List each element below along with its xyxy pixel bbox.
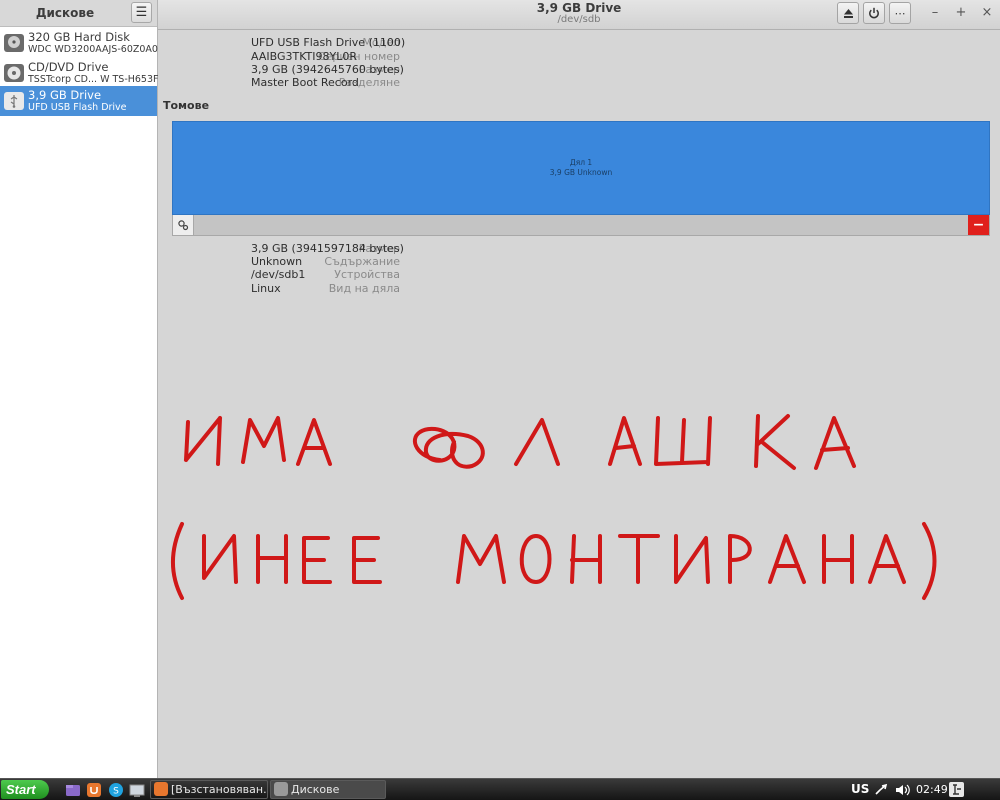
minimize-button[interactable]: – <box>927 5 943 21</box>
volumes-title: Томове <box>163 99 210 112</box>
network-icon[interactable] <box>874 783 888 797</box>
optical-disc-icon <box>4 64 24 82</box>
logout-icon[interactable] <box>948 781 965 798</box>
power-icon <box>869 7 879 19</box>
power-off-button[interactable] <box>863 2 885 24</box>
app-menu-button[interactable]: ☰ <box>131 2 152 23</box>
drive-model: UFD USB Flash Drive <box>28 102 127 113</box>
file-manager-icon[interactable] <box>65 782 81 798</box>
drive-model: WDC WD3200AAJS-60Z0A0 <box>28 44 158 55</box>
partition-size-label: 3,9 GB Unknown <box>549 168 613 177</box>
minimize-icon: – <box>931 5 939 20</box>
partition-settings-button[interactable] <box>173 215 194 235</box>
hamburger-icon: ☰ <box>135 5 148 20</box>
part-row-type: Вид на дяла Linux <box>158 282 1000 296</box>
part-row-device: Устройства /dev/sdb1 <box>158 268 1000 282</box>
info-label: Вид на дяла <box>328 282 400 295</box>
info-value: UFD USB Flash Drive (1100) <box>251 36 406 49</box>
info-value: 3,9 GB (3942645760 bytes) <box>251 63 404 76</box>
drive-name: 3,9 GB Drive <box>28 88 102 102</box>
task-restore-window[interactable]: [Възстановяван... <box>150 780 268 799</box>
info-value: Linux <box>251 282 281 295</box>
start-button[interactable]: Start <box>1 780 49 799</box>
close-button[interactable]: × <box>979 5 995 21</box>
show-desktop-icon[interactable] <box>129 782 145 798</box>
part-row-contents: Съдържание Unknown <box>158 255 1000 269</box>
partition-label: Дял 1 <box>569 158 593 167</box>
maximize-button[interactable]: + <box>953 5 969 21</box>
drive-item-hard-disk[interactable]: 320 GB Hard Disk WDC WD3200AAJS-60Z0A0 <box>0 28 158 58</box>
info-value: AAIBG3TKTI98YL0R <box>251 50 358 63</box>
drive-item-usb[interactable]: 3,9 GB Drive UFD USB Flash Drive <box>0 86 157 116</box>
sidebar-header: Дискове ☰ <box>0 0 157 27</box>
taskbar: Start S [Възстановяван... Дискове US 02:… <box>0 778 1000 800</box>
drive-name: 320 GB Hard Disk <box>28 30 130 44</box>
eject-icon <box>843 8 853 18</box>
ubuntu-software-icon <box>154 782 168 796</box>
task-label: [Възстановяван... <box>171 783 268 796</box>
drives-sidebar: Дискове ☰ 320 GB Hard Disk WDC WD3200AAJ… <box>0 0 159 778</box>
maximize-icon: + <box>955 5 967 20</box>
skype-icon[interactable]: S <box>108 782 124 798</box>
drive-item-cd-dvd[interactable]: CD/DVD Drive TSSTcorp CD... W TS-H653F <box>0 58 159 88</box>
volume-toolbar: − <box>172 215 990 236</box>
part-row-size: Размер 3,9 GB (3941597184 bytes) <box>158 242 1000 256</box>
task-disks[interactable]: Дискове <box>270 780 386 799</box>
sidebar-title: Дискове <box>35 6 95 20</box>
main-header-bar: 3,9 GB Drive /dev/sdb ⋯ – + × <box>158 0 1000 30</box>
info-row-model: Модел UFD USB Flash Drive (1100) <box>158 36 1000 50</box>
eject-button[interactable] <box>837 2 859 24</box>
info-row-size: Размер 3,9 GB (3942645760 bytes) <box>158 63 1000 77</box>
info-value: Master Boot Record <box>251 76 359 89</box>
svg-text:S: S <box>113 787 119 797</box>
drive-model: TSSTcorp CD... W TS-H653F <box>28 74 159 85</box>
info-row-partitioning: Разделяне Master Boot Record <box>158 76 1000 90</box>
usb-drive-icon <box>4 92 24 110</box>
ubuntu-software-icon[interactable] <box>86 782 102 798</box>
info-value: Unknown <box>251 255 303 268</box>
minus-icon: − <box>972 217 985 233</box>
drive-name: CD/DVD Drive <box>28 60 109 74</box>
info-value: /dev/sdb1 <box>251 268 306 281</box>
partition-block[interactable]: Дял 1 3,9 GB Unknown <box>172 121 990 215</box>
volume-icon[interactable] <box>895 783 910 797</box>
info-value: 3,9 GB (3941597184 bytes) <box>251 242 404 255</box>
info-row-serial: Сериен номер AAIBG3TKTI98YL0R <box>158 50 1000 64</box>
info-label: Устройства <box>334 268 400 281</box>
more-options-icon: ⋯ <box>894 6 906 20</box>
task-label: Дискове <box>291 783 340 796</box>
disks-icon <box>274 782 288 796</box>
keyboard-layout-indicator[interactable]: US <box>851 779 869 800</box>
info-label: Съдържание <box>324 255 400 268</box>
clock[interactable]: 02:49 <box>916 779 948 800</box>
delete-partition-button[interactable]: − <box>968 215 989 235</box>
gears-icon <box>178 220 189 231</box>
hard-disk-icon <box>4 34 24 52</box>
drive-options-button[interactable]: ⋯ <box>889 2 911 24</box>
close-icon: × <box>981 5 993 20</box>
handwritten-annotation <box>171 414 937 600</box>
